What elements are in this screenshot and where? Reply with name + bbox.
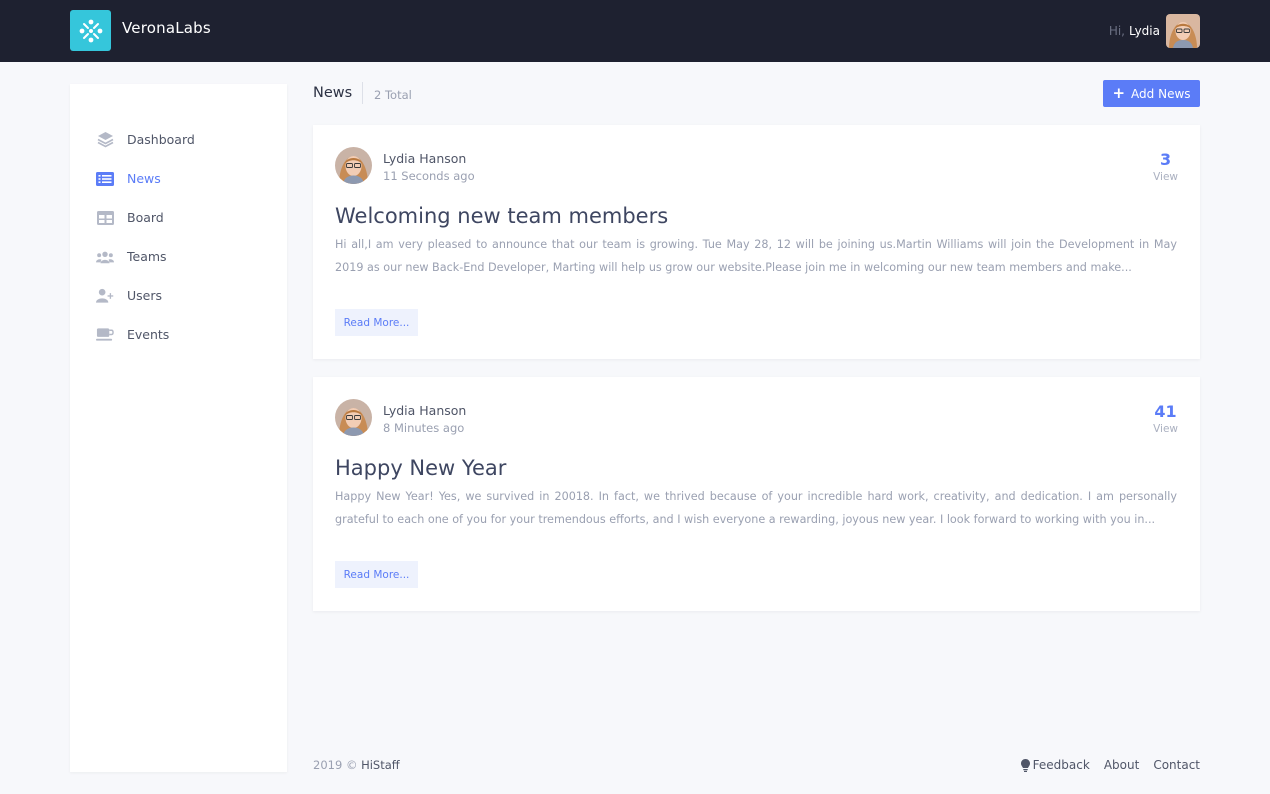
about-link[interactable]: About (1104, 758, 1139, 772)
news-excerpt: Hi all,I am very pleased to announce tha… (335, 238, 1177, 274)
lightbulb-icon (1020, 758, 1030, 772)
author-name[interactable]: Lydia Hanson (383, 151, 466, 166)
sidebar-item-label: News (127, 171, 161, 186)
author-name[interactable]: Lydia Hanson (383, 403, 466, 418)
page-title: News (313, 85, 353, 101)
view-label: View (1153, 423, 1178, 435)
add-news-button[interactable]: + Add News (1103, 80, 1200, 107)
contact-link[interactable]: Contact (1153, 758, 1200, 772)
footer-year: 2019 (313, 758, 343, 772)
footer-copyright: 2019 © HiStaff (313, 758, 400, 772)
user-avatar[interactable] (1166, 14, 1200, 48)
plus-icon: + (1112, 84, 1126, 102)
feedback-label: Feedback (1032, 758, 1090, 772)
user-greeting[interactable]: Hi, Lydia (1109, 24, 1160, 38)
sidebar: Dashboard News Board Teams Users Events (70, 84, 287, 772)
list-icon (96, 170, 114, 188)
news-title[interactable]: Welcoming new team members (335, 204, 668, 228)
news-total-count: 2 Total (374, 88, 412, 102)
table-icon (96, 209, 114, 227)
layers-icon (96, 131, 114, 149)
user-name: Lydia (1129, 24, 1160, 38)
footer-links: Feedback About Contact (1020, 758, 1200, 772)
read-more-button[interactable]: Read More... (335, 561, 418, 588)
view-counter: 3 View (1153, 150, 1178, 183)
sidebar-item-users[interactable]: Users (70, 276, 287, 315)
news-card: Lydia Hanson 11 Seconds ago 3 View Welco… (313, 125, 1200, 359)
greeting-prefix: Hi, (1108, 24, 1125, 38)
view-counter: 41 View (1153, 402, 1178, 435)
footer-company[interactable]: HiStaff (361, 758, 400, 772)
author-avatar[interactable] (335, 399, 372, 436)
feedback-link[interactable]: Feedback (1020, 758, 1090, 772)
users-group-icon (96, 248, 114, 266)
post-time: 11 Seconds ago (383, 169, 475, 183)
logo-icon (79, 19, 102, 42)
copyright-symbol: © (345, 758, 358, 772)
sidebar-item-news[interactable]: News (70, 159, 287, 198)
post-time: 8 Minutes ago (383, 421, 465, 435)
sidebar-item-board[interactable]: Board (70, 198, 287, 237)
sidebar-item-teams[interactable]: Teams (70, 237, 287, 276)
header-divider (362, 82, 363, 104)
brand-name: VeronaLabs (122, 19, 211, 37)
add-news-label: Add News (1131, 86, 1191, 101)
avatar-photo-icon (335, 399, 372, 436)
news-card: Lydia Hanson 8 Minutes ago 41 View Happy… (313, 377, 1200, 611)
user-plus-icon (96, 287, 114, 305)
view-label: View (1153, 171, 1178, 183)
news-title[interactable]: Happy New Year (335, 456, 506, 480)
coffee-cup-icon (96, 326, 114, 344)
avatar-photo-icon (1166, 14, 1200, 48)
sidebar-item-label: Events (127, 327, 170, 342)
brand-logo[interactable] (70, 10, 111, 51)
author-avatar[interactable] (335, 147, 372, 184)
top-navbar: VeronaLabs Hi, Lydia (0, 0, 1270, 62)
view-count: 41 (1154, 402, 1177, 421)
sidebar-item-label: Dashboard (127, 132, 195, 147)
sidebar-item-label: Board (127, 210, 164, 225)
sidebar-item-label: Users (127, 288, 163, 303)
news-excerpt: Happy New Year! Yes, we survived in 2001… (335, 490, 1177, 526)
sidebar-item-events[interactable]: Events (70, 315, 287, 354)
view-count: 3 (1159, 150, 1172, 169)
avatar-photo-icon (335, 147, 372, 184)
sidebar-item-dashboard[interactable]: Dashboard (70, 120, 287, 159)
read-more-button[interactable]: Read More... (335, 309, 418, 336)
sidebar-item-label: Teams (127, 249, 167, 264)
sidebar-nav: Dashboard News Board Teams Users Events (70, 84, 287, 354)
